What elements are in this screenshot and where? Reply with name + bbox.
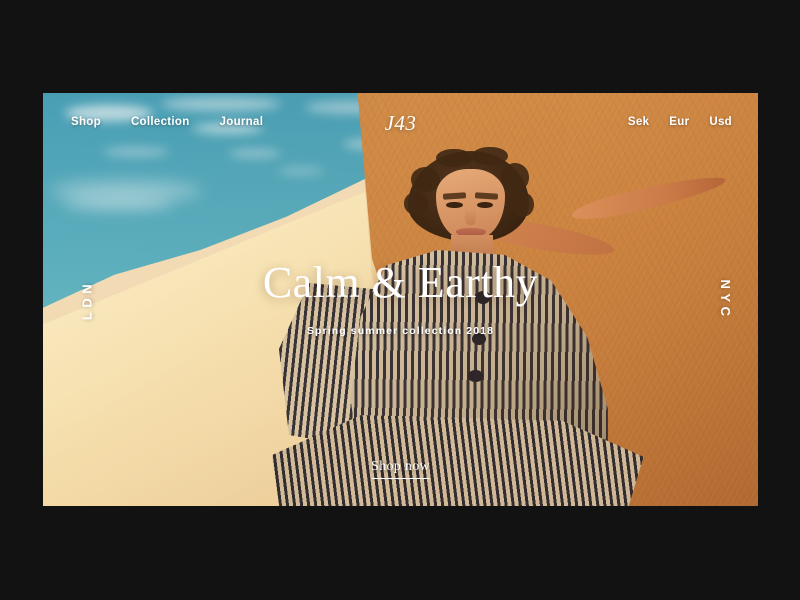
brand-logo[interactable]: J43 [385,111,417,136]
model-hair-curl [511,192,535,217]
model-hair-curl [472,146,508,166]
model-eye [446,201,463,209]
hero-copy: Calm & Earthy Spring summer collection 2… [43,258,758,338]
currency-option-eur[interactable]: Eur [669,116,689,128]
page-subtitle: Spring summer collection 2018 [306,325,495,337]
currency-option-sek[interactable]: Sek [628,116,649,128]
model-hair-curl [411,167,440,193]
garment-button [468,369,483,383]
main-navigation: Shop Collection Journal [71,116,263,128]
nav-item-journal[interactable]: Journal [220,116,264,128]
page-title: Calm & Earthy [262,258,539,307]
hero-banner: Shop Collection Journal J43 Sek Eur Usd … [43,93,758,506]
nav-item-collection[interactable]: Collection [131,116,190,128]
currency-selector: Sek Eur Usd [628,116,732,128]
nav-item-shop[interactable]: Shop [71,116,101,128]
model-upper-arm [569,169,728,225]
shop-now-button[interactable]: Shop now [371,459,430,479]
model-hair-curl [404,192,429,215]
model-nose [464,208,477,226]
currency-option-usd[interactable]: Usd [709,116,732,128]
model-hair-curl [500,163,530,193]
